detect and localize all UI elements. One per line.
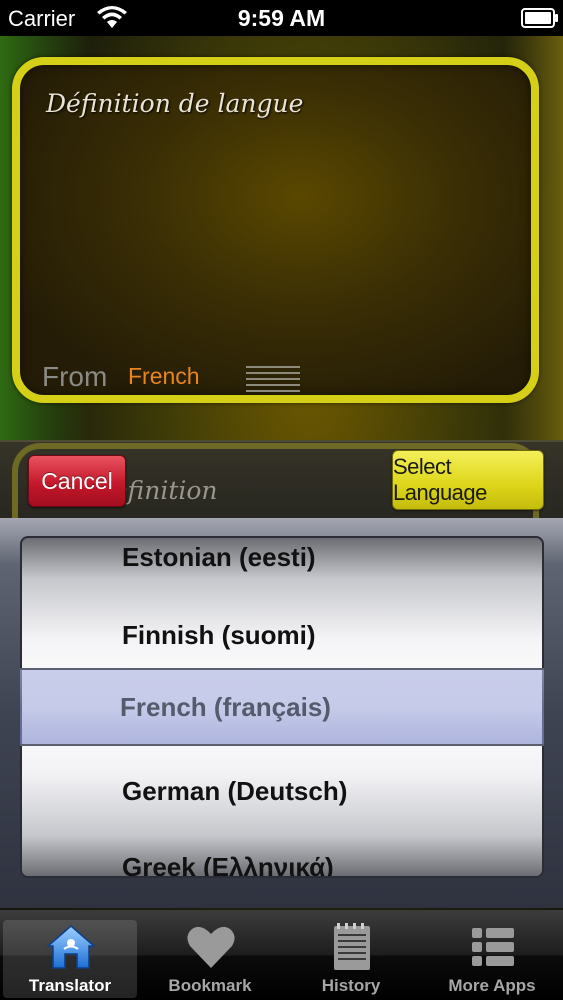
tab-label: More Apps: [448, 976, 536, 995]
card-title: Définition de langue: [46, 89, 304, 118]
cancel-button[interactable]: Cancel: [28, 455, 126, 507]
from-label: From: [42, 361, 108, 392]
picker-row[interactable]: Estonian (eesti): [122, 542, 542, 573]
picker-selected-item[interactable]: French (français): [120, 692, 331, 723]
tab-label: Translator: [28, 976, 112, 995]
tab-label: Bookmark: [168, 976, 252, 995]
app-screen: Carrier 9:59 AM Définition de langue Fro…: [0, 0, 563, 1000]
tab-history[interactable]: History: [284, 920, 418, 998]
status-time: 9:59 AM: [237, 5, 326, 31]
tab-label: History: [321, 976, 381, 995]
tab-bookmark[interactable]: Bookmark: [143, 920, 277, 998]
picker-row[interactable]: Greek (Ελληνικά): [122, 852, 542, 876]
battery-icon: [521, 8, 558, 28]
text-input-card[interactable]: Définition de langue From French: [12, 57, 539, 403]
tab-bar: Translator Bookmark History More Apps: [0, 910, 563, 1000]
picker-row[interactable]: German (Deutsch): [122, 776, 542, 807]
lines-icon[interactable]: [246, 365, 300, 395]
from-language-button[interactable]: French: [128, 363, 200, 390]
tab-more-apps[interactable]: More Apps: [425, 920, 559, 998]
select-language-button[interactable]: Select Language: [392, 450, 544, 510]
list-icon: [472, 928, 514, 966]
notepad-icon: [334, 923, 370, 970]
tab-translator[interactable]: Translator: [3, 920, 137, 998]
heart-icon: [187, 926, 235, 968]
picker-selection-bar[interactable]: French (français): [20, 668, 544, 746]
status-bar: Carrier 9:59 AM: [0, 0, 563, 36]
house-icon: [45, 925, 97, 969]
picker-row[interactable]: Finnish (suomi): [122, 620, 542, 651]
